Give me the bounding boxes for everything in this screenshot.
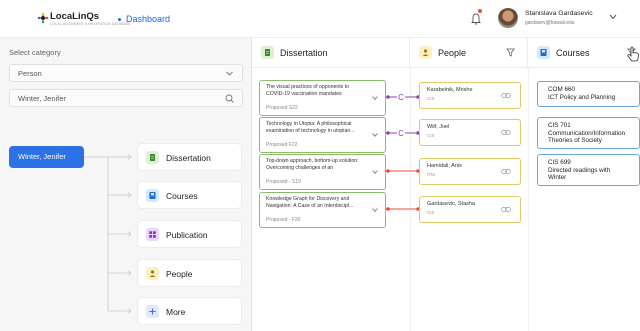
document-icon: [261, 46, 274, 59]
column-divider: [528, 68, 529, 331]
book-icon: [146, 189, 159, 202]
course-card[interactable]: CIS 699 Directed readings with Winter: [537, 154, 640, 186]
column-title: Courses: [556, 48, 590, 58]
user-email: gardasev@hawaii.edu: [525, 20, 575, 26]
tree-item-label: People: [166, 269, 193, 279]
link-4: [386, 207, 420, 211]
dissertation-title: Top-down approach, bottom-up solution: O…: [266, 158, 359, 171]
nav-dashboard-label: Dashboard: [126, 14, 171, 24]
tree-item-courses[interactable]: Courses: [137, 181, 242, 209]
book-icon: [537, 46, 550, 59]
notification-dot: [478, 9, 482, 13]
link-3: [386, 169, 420, 173]
person-icon: [146, 267, 159, 280]
filter-panel: Select category Person Winter, Jenifer W…: [0, 38, 252, 331]
category-select[interactable]: Person: [9, 64, 243, 82]
app-logo[interactable]: LocaLinQs LOCAL ALIGNMENT EXPLORATION DA…: [36, 11, 131, 29]
hand-cursor-icon: [627, 46, 639, 62]
plus-icon: [146, 305, 159, 318]
course-name: ICT Policy and Planning: [548, 93, 616, 101]
link-1: C: [386, 92, 420, 102]
dissertation-status: Proposed - F20: [266, 217, 301, 223]
person-card[interactable]: Gardasevic, Stasha CIS: [419, 196, 521, 223]
dissertation-card[interactable]: Top-down approach, bottom-up solution: O…: [259, 154, 386, 190]
link-label: C: [398, 129, 404, 138]
tree-item-people[interactable]: People: [137, 259, 242, 287]
active-dot: [118, 18, 121, 22]
column-header-courses: Courses: [528, 38, 640, 68]
link-icon[interactable]: [501, 206, 511, 213]
link-icon[interactable]: [501, 92, 511, 99]
chevron-down-icon[interactable]: [372, 208, 378, 212]
tree-item-label: More: [166, 307, 186, 317]
link-2: C: [386, 128, 420, 138]
search-input[interactable]: Winter, Jenifer: [9, 89, 243, 107]
link-icon[interactable]: [501, 129, 511, 136]
logo-text: LocaLinQs: [50, 11, 100, 22]
category-label: Select category: [9, 48, 61, 57]
root-person-node[interactable]: Winter, Jenifer: [9, 146, 84, 168]
search-input-value: Winter, Jenifer: [18, 94, 66, 103]
notification-bell-icon[interactable]: [470, 12, 482, 26]
dissertation-card[interactable]: The visual practices of opponents to COV…: [259, 80, 386, 116]
column-header-people: People: [410, 38, 528, 68]
dissertation-title: The visual practices of opponents to COV…: [266, 84, 350, 97]
course-code: CIS 699: [548, 159, 571, 166]
dissertation-title: Knowledge Graph for Discovery and Naviga…: [266, 196, 354, 209]
dissertation-title: Technology in Utopia: A philosophical ex…: [266, 121, 355, 134]
tree-item-more[interactable]: More: [137, 297, 242, 325]
course-name: Communication/Information Theories of So…: [548, 129, 625, 145]
document-icon: [146, 151, 159, 164]
nav-dashboard[interactable]: Dashboard: [118, 14, 170, 24]
dissertation-status: Proposed - S19: [266, 179, 301, 185]
search-icon[interactable]: [225, 94, 234, 103]
link-icon[interactable]: [501, 168, 511, 175]
category-select-value: Person: [18, 69, 42, 78]
course-name: Directed readings with Winter: [548, 166, 611, 182]
chevron-down-icon: [226, 71, 233, 76]
chevron-down-icon[interactable]: [372, 96, 378, 100]
filter-icon[interactable]: [506, 48, 515, 57]
top-bar: LocaLinQs LOCAL ALIGNMENT EXPLORATION DA…: [0, 0, 640, 38]
tree-item-label: Courses: [166, 191, 198, 201]
chevron-down-icon[interactable]: [609, 14, 617, 20]
tree-item-label: Publication: [166, 230, 208, 240]
tree-item-publication[interactable]: Publication: [137, 220, 242, 248]
column-title: People: [438, 48, 467, 58]
grid-icon: [146, 228, 159, 241]
column-divider: [410, 68, 411, 331]
tree-item-label: Dissertation: [166, 153, 211, 163]
person-icon: [419, 46, 432, 59]
person-card[interactable]: Hamidali, Anis ITM: [419, 158, 521, 185]
course-card[interactable]: COM 660 ICT Policy and Planning: [537, 81, 640, 107]
column-header-dissertation: Dissertation: [252, 38, 410, 68]
dissertation-card[interactable]: Knowledge Graph for Discovery and Naviga…: [259, 192, 386, 228]
column-title: Dissertation: [280, 48, 328, 58]
person-card[interactable]: Karabelnik, Moshe CIS: [419, 82, 521, 109]
tree-item-dissertation[interactable]: Dissertation: [137, 143, 242, 171]
user-name: Stanislava Gardasevic: [525, 10, 593, 17]
course-code: COM 660: [548, 86, 575, 93]
avatar[interactable]: [498, 8, 518, 28]
dissertation-status: Proposed S22: [266, 105, 298, 111]
person-card[interactable]: Wilf, Joel CIS: [419, 119, 521, 146]
chevron-down-icon[interactable]: [372, 133, 378, 137]
chevron-down-icon[interactable]: [372, 170, 378, 174]
dissertation-card[interactable]: Technology in Utopia: A philosophical ex…: [259, 117, 386, 153]
course-code: CIS 701: [548, 122, 571, 129]
network-logo-icon: [37, 12, 49, 24]
dissertation-status: Proposed F22: [266, 142, 298, 148]
link-label: C: [398, 93, 404, 102]
course-card[interactable]: CIS 701 Communication/Information Theori…: [537, 117, 640, 149]
